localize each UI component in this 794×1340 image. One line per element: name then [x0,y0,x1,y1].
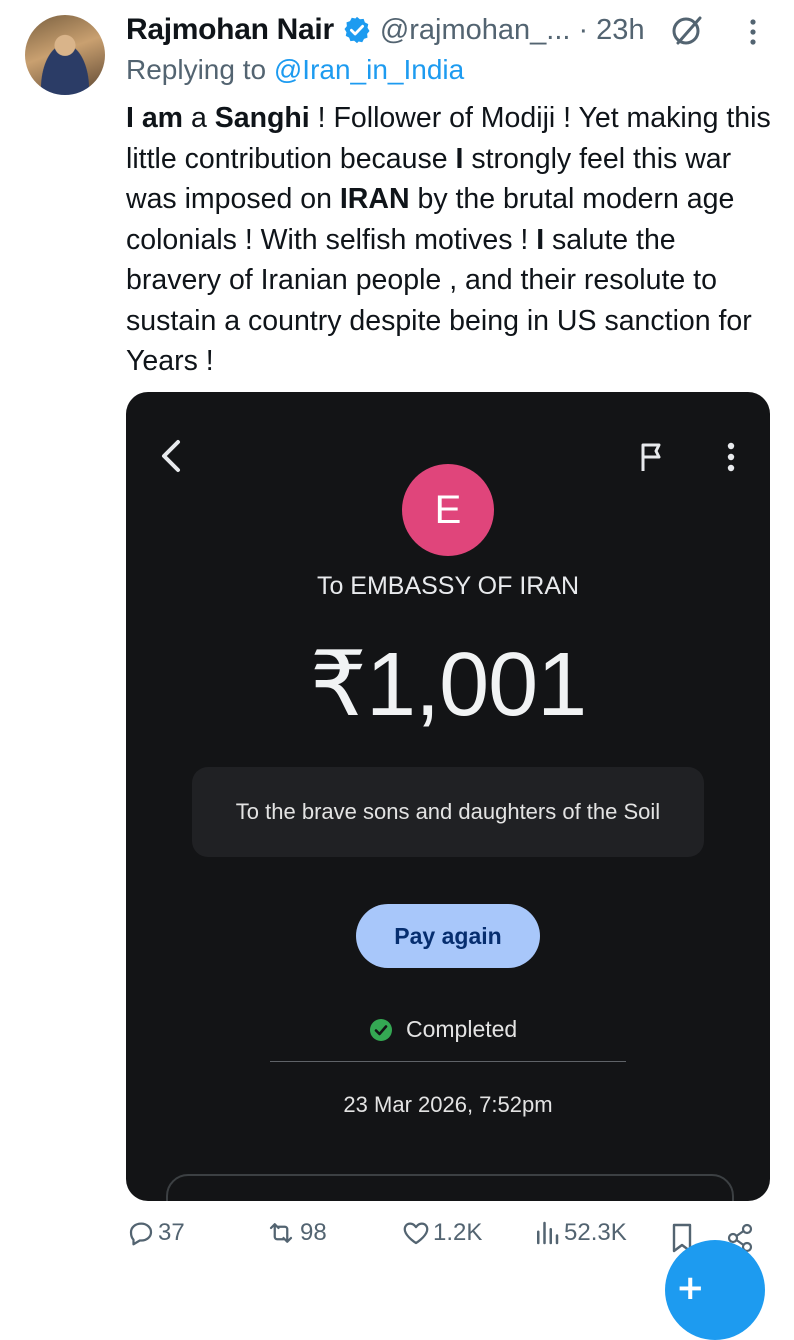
reply-count: 37 [158,1219,185,1246]
compose-plus-icon: + [676,1268,705,1308]
repost-count: 98 [300,1219,327,1246]
payee-avatar: E [402,464,494,556]
details-card [166,1174,734,1201]
payment-status: Completed [370,1016,517,1043]
tweet-text: I am a Sanghi ! Follower of Modiji ! Yet… [126,102,771,377]
author-name[interactable]: Rajmohan Nair [126,13,334,47]
repost-icon [269,1223,293,1243]
attached-screenshot[interactable]: E To EMBASSY OF IRAN ₹1,001 To the brave… [126,392,770,1201]
tweet-time[interactable]: · 23h [578,14,644,47]
reply-button[interactable]: 37 [126,1218,185,1248]
views-count: 52.3K [564,1219,627,1246]
replying-to-label: Replying to [126,54,274,85]
payee-name: To EMBASSY OF IRAN [316,572,580,600]
heart-icon [403,1222,429,1245]
repost-button[interactable]: 98 [264,1218,327,1248]
grok-icon[interactable] [669,12,705,48]
tweet-header: Rajmohan Nair @rajmohan_... · 23h [126,10,645,50]
like-button[interactable]: 1.2K [401,1218,482,1248]
payment-amount: ₹1,001 [309,635,587,735]
reply-icon [129,1222,153,1246]
check-circle-icon [370,1018,392,1041]
payment-note: To the brave sons and daughters of the S… [192,767,704,857]
views-icon [537,1221,559,1245]
author-avatar[interactable] [25,15,105,95]
views-button[interactable]: 52.3K [532,1218,627,1248]
pay-again-button: Pay again [356,904,540,968]
reply-mention-link[interactable]: @Iran_in_India [274,54,464,85]
more-options-icon[interactable] [743,14,763,50]
verified-badge-icon [344,16,370,44]
kebab-menu-icon [727,442,735,472]
back-arrow-icon [162,440,180,472]
replying-to: Replying to @Iran_in_India [126,54,464,86]
payment-date: 23 Mar 2026, 7:52pm [343,1092,553,1117]
divider [270,1061,626,1062]
like-count: 1.2K [433,1219,483,1246]
author-handle[interactable]: @rajmohan_... [380,14,571,47]
flag-icon [641,443,661,471]
payment-status-label: Completed [406,1016,518,1042]
